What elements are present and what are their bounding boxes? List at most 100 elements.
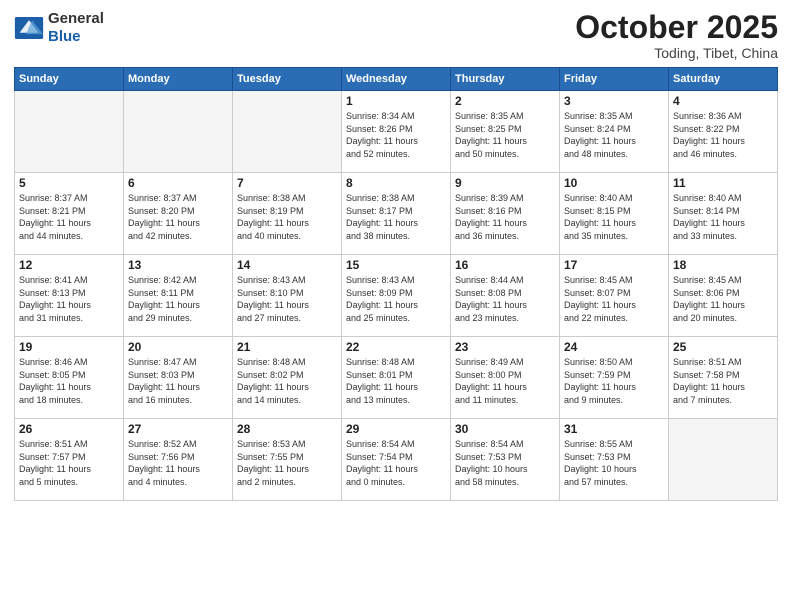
- day-info: Sunrise: 8:54 AM Sunset: 7:53 PM Dayligh…: [455, 438, 555, 488]
- day-info: Sunrise: 8:45 AM Sunset: 8:06 PM Dayligh…: [673, 274, 773, 324]
- col-thursday: Thursday: [451, 68, 560, 91]
- calendar-week-row: 1 Sunrise: 8:34 AM Sunset: 8:26 PM Daylig…: [15, 91, 778, 173]
- calendar-day-cell: 27 Sunrise: 8:52 AM Sunset: 7:56 PM Dayli…: [124, 419, 233, 501]
- day-number: 19: [19, 340, 119, 354]
- day-number: 23: [455, 340, 555, 354]
- logo-general: General: [48, 10, 104, 27]
- day-info: Sunrise: 8:41 AM Sunset: 8:13 PM Dayligh…: [19, 274, 119, 324]
- day-number: 6: [128, 176, 228, 190]
- calendar-day-cell: 3Sunrise: 8:35 AM Sunset: 8:24 PM Daylig…: [560, 91, 669, 173]
- logo-text: General Blue: [48, 10, 104, 46]
- calendar-day-cell: 2 Sunrise: 8:35 AM Sunset: 8:25 PM Daylig…: [451, 91, 560, 173]
- day-number: 11: [673, 176, 773, 190]
- day-info: Sunrise: 8:51 AM Sunset: 7:58 PM Dayligh…: [673, 356, 773, 406]
- day-number: 1: [346, 94, 446, 108]
- day-info: Sunrise: 8:36 AM Sunset: 8:22 PM Dayligh…: [673, 110, 773, 160]
- calendar-day-cell: [15, 91, 124, 173]
- calendar-day-cell: 30Sunrise: 8:54 AM Sunset: 7:53 PM Dayli…: [451, 419, 560, 501]
- logo: General Blue: [14, 10, 104, 46]
- calendar-week-row: 12 Sunrise: 8:41 AM Sunset: 8:13 PM Dayli…: [15, 255, 778, 337]
- day-number: 2: [455, 94, 555, 108]
- calendar-day-cell: 31 Sunrise: 8:55 AM Sunset: 7:53 PM Dayli…: [560, 419, 669, 501]
- calendar-day-cell: 7 Sunrise: 8:38 AM Sunset: 8:19 PM Daylig…: [233, 173, 342, 255]
- day-info: Sunrise: 8:38 AM Sunset: 8:19 PM Dayligh…: [237, 192, 337, 242]
- day-number: 15: [346, 258, 446, 272]
- day-info: Sunrise: 8:39 AM Sunset: 8:16 PM Dayligh…: [455, 192, 555, 242]
- day-number: 10: [564, 176, 664, 190]
- day-number: 8: [346, 176, 446, 190]
- calendar-day-cell: 14 Sunrise: 8:43 AM Sunset: 8:10 PM Dayli…: [233, 255, 342, 337]
- day-number: 31: [564, 422, 664, 436]
- calendar-day-cell: [124, 91, 233, 173]
- calendar-day-cell: 18 Sunrise: 8:45 AM Sunset: 8:06 PM Dayli…: [669, 255, 778, 337]
- col-sunday: Sunday: [15, 68, 124, 91]
- calendar-day-cell: 21 Sunrise: 8:48 AM Sunset: 8:02 PM Dayli…: [233, 337, 342, 419]
- day-info: Sunrise: 8:34 AM Sunset: 8:26 PM Dayligh…: [346, 110, 446, 160]
- calendar-day-cell: 26 Sunrise: 8:51 AM Sunset: 7:57 PM Dayli…: [15, 419, 124, 501]
- day-number: 9: [455, 176, 555, 190]
- calendar-location: Toding, Tibet, China: [575, 45, 778, 61]
- col-monday: Monday: [124, 68, 233, 91]
- day-info: Sunrise: 8:37 AM Sunset: 8:21 PM Dayligh…: [19, 192, 119, 242]
- day-number: 22: [346, 340, 446, 354]
- calendar-day-cell: 29Sunrise: 8:54 AM Sunset: 7:54 PM Dayli…: [342, 419, 451, 501]
- day-info: Sunrise: 8:51 AM Sunset: 7:57 PM Dayligh…: [19, 438, 119, 488]
- day-info: Sunrise: 8:53 AM Sunset: 7:55 PM Dayligh…: [237, 438, 337, 488]
- calendar-day-cell: 23 Sunrise: 8:49 AM Sunset: 8:00 PM Dayli…: [451, 337, 560, 419]
- calendar-day-cell: 5 Sunrise: 8:37 AM Sunset: 8:21 PM Daylig…: [15, 173, 124, 255]
- calendar-day-cell: 20Sunrise: 8:47 AM Sunset: 8:03 PM Dayli…: [124, 337, 233, 419]
- day-number: 7: [237, 176, 337, 190]
- calendar-title: October 2025: [575, 10, 778, 45]
- logo-blue: Blue: [48, 28, 81, 45]
- calendar-day-cell: 10Sunrise: 8:40 AM Sunset: 8:15 PM Dayli…: [560, 173, 669, 255]
- calendar-week-row: 19 Sunrise: 8:46 AM Sunset: 8:05 PM Dayli…: [15, 337, 778, 419]
- calendar-day-cell: 19 Sunrise: 8:46 AM Sunset: 8:05 PM Dayli…: [15, 337, 124, 419]
- day-info: Sunrise: 8:45 AM Sunset: 8:07 PM Dayligh…: [564, 274, 664, 324]
- day-info: Sunrise: 8:43 AM Sunset: 8:09 PM Dayligh…: [346, 274, 446, 324]
- logo-icon: [14, 17, 44, 39]
- day-number: 16: [455, 258, 555, 272]
- day-info: Sunrise: 8:46 AM Sunset: 8:05 PM Dayligh…: [19, 356, 119, 406]
- day-info: Sunrise: 8:44 AM Sunset: 8:08 PM Dayligh…: [455, 274, 555, 324]
- day-info: Sunrise: 8:43 AM Sunset: 8:10 PM Dayligh…: [237, 274, 337, 324]
- day-info: Sunrise: 8:47 AM Sunset: 8:03 PM Dayligh…: [128, 356, 228, 406]
- day-number: 18: [673, 258, 773, 272]
- calendar-day-cell: 28 Sunrise: 8:53 AM Sunset: 7:55 PM Dayli…: [233, 419, 342, 501]
- calendar-day-cell: 4Sunrise: 8:36 AM Sunset: 8:22 PM Daylig…: [669, 91, 778, 173]
- calendar-day-cell: 9 Sunrise: 8:39 AM Sunset: 8:16 PM Daylig…: [451, 173, 560, 255]
- day-number: 14: [237, 258, 337, 272]
- calendar-day-cell: 12 Sunrise: 8:41 AM Sunset: 8:13 PM Dayli…: [15, 255, 124, 337]
- day-info: Sunrise: 8:42 AM Sunset: 8:11 PM Dayligh…: [128, 274, 228, 324]
- day-number: 27: [128, 422, 228, 436]
- calendar-day-cell: 6 Sunrise: 8:37 AM Sunset: 8:20 PM Daylig…: [124, 173, 233, 255]
- calendar-day-cell: 17 Sunrise: 8:45 AM Sunset: 8:07 PM Dayli…: [560, 255, 669, 337]
- calendar-day-cell: 15 Sunrise: 8:43 AM Sunset: 8:09 PM Dayli…: [342, 255, 451, 337]
- day-info: Sunrise: 8:48 AM Sunset: 8:02 PM Dayligh…: [237, 356, 337, 406]
- calendar-day-cell: 24Sunrise: 8:50 AM Sunset: 7:59 PM Dayli…: [560, 337, 669, 419]
- calendar-header-row: Sunday Monday Tuesday Wednesday Thursday…: [15, 68, 778, 91]
- day-number: 3: [564, 94, 664, 108]
- day-info: Sunrise: 8:52 AM Sunset: 7:56 PM Dayligh…: [128, 438, 228, 488]
- col-wednesday: Wednesday: [342, 68, 451, 91]
- day-number: 13: [128, 258, 228, 272]
- day-number: 12: [19, 258, 119, 272]
- day-number: 21: [237, 340, 337, 354]
- day-number: 17: [564, 258, 664, 272]
- calendar-day-cell: 22 Sunrise: 8:48 AM Sunset: 8:01 PM Dayli…: [342, 337, 451, 419]
- calendar-day-cell: 25Sunrise: 8:51 AM Sunset: 7:58 PM Dayli…: [669, 337, 778, 419]
- day-info: Sunrise: 8:50 AM Sunset: 7:59 PM Dayligh…: [564, 356, 664, 406]
- title-block: October 2025 Toding, Tibet, China: [575, 10, 778, 61]
- day-number: 26: [19, 422, 119, 436]
- day-number: 5: [19, 176, 119, 190]
- day-info: Sunrise: 8:40 AM Sunset: 8:14 PM Dayligh…: [673, 192, 773, 242]
- calendar-day-cell: [233, 91, 342, 173]
- day-info: Sunrise: 8:48 AM Sunset: 8:01 PM Dayligh…: [346, 356, 446, 406]
- day-info: Sunrise: 8:55 AM Sunset: 7:53 PM Dayligh…: [564, 438, 664, 488]
- calendar-week-row: 26 Sunrise: 8:51 AM Sunset: 7:57 PM Dayli…: [15, 419, 778, 501]
- day-info: Sunrise: 8:35 AM Sunset: 8:25 PM Dayligh…: [455, 110, 555, 160]
- col-saturday: Saturday: [669, 68, 778, 91]
- col-tuesday: Tuesday: [233, 68, 342, 91]
- day-info: Sunrise: 8:49 AM Sunset: 8:00 PM Dayligh…: [455, 356, 555, 406]
- day-info: Sunrise: 8:37 AM Sunset: 8:20 PM Dayligh…: [128, 192, 228, 242]
- day-number: 28: [237, 422, 337, 436]
